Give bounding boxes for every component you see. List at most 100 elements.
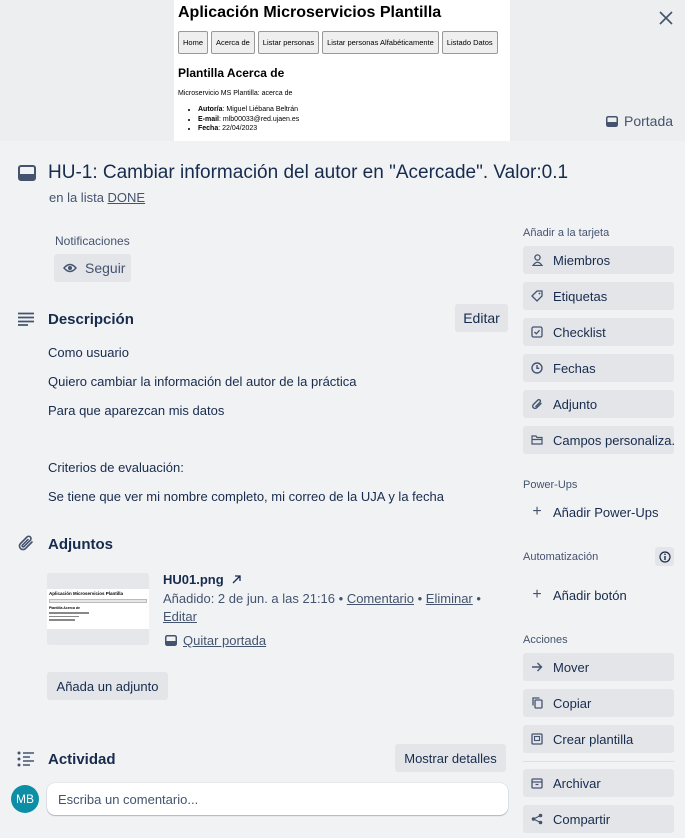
info-icon <box>658 550 671 563</box>
thumbnail-line <box>49 619 75 621</box>
description-title: Descripción <box>48 311 134 328</box>
copy-icon <box>531 697 543 709</box>
move-button[interactable]: Mover <box>523 653 674 681</box>
dates-label: Fechas <box>553 360 596 376</box>
archive-label: Archivar <box>553 775 601 791</box>
attachments-title: Adjuntos <box>48 536 113 553</box>
checklist-button[interactable]: Checklist <box>523 318 674 346</box>
activity-icon <box>16 749 36 769</box>
attachment-comment-link[interactable]: Comentario <box>347 591 414 606</box>
members-button[interactable]: Miembros <box>523 246 674 274</box>
plus-icon: + <box>532 503 542 520</box>
card-list-info: en la lista DONE <box>49 190 145 205</box>
automation-label: Automatización <box>523 551 599 563</box>
add-button-label: Añadir botón <box>553 587 627 603</box>
cover-nav-item: Listado Datos <box>441 31 498 54</box>
add-button-button[interactable]: + Añadir botón <box>523 581 674 609</box>
clock-icon <box>531 362 543 374</box>
follow-label: Seguir <box>85 260 126 276</box>
dates-button[interactable]: Fechas <box>523 354 674 382</box>
cover-field: Fecha: 22/04/2023 <box>198 124 506 134</box>
paperclip-icon <box>16 533 36 553</box>
card-icon <box>165 635 177 646</box>
open-external-icon <box>232 575 241 584</box>
thumbnail-title: Aplicación Microservicios Plantilla <box>49 591 124 596</box>
archive-icon <box>531 777 543 789</box>
cover-button[interactable]: Portada <box>606 111 673 131</box>
custom-fields-button[interactable]: Campos personaliza... <box>523 426 674 454</box>
show-details-button[interactable]: Mostrar detalles <box>395 744 506 772</box>
cover-subtitle: Microservicio MS Plantilla: acerca de <box>178 90 293 97</box>
add-to-card-label: Añadir a la tarjeta <box>523 227 610 239</box>
avatar[interactable]: MB <box>11 785 39 813</box>
copy-button[interactable]: Copiar <box>523 689 674 717</box>
create-template-label: Crear plantilla <box>553 731 634 747</box>
comment-input[interactable]: Escriba un comentario... <box>47 783 508 815</box>
arrow-right-icon <box>531 661 543 673</box>
move-label: Mover <box>553 659 590 675</box>
label-icon <box>531 290 543 302</box>
attachment-edit-link[interactable]: Editar <box>163 609 197 624</box>
activity-title: Actividad <box>48 751 116 768</box>
card-title[interactable]: HU-1: Cambiar información del autor en "… <box>48 162 568 184</box>
paperclip-icon <box>531 398 543 410</box>
labels-label: Etiquetas <box>553 288 608 304</box>
thumbnail-line <box>49 612 89 614</box>
remove-cover-link[interactable]: Quitar portada <box>165 633 266 648</box>
share-icon <box>531 813 543 825</box>
cover-nav-item: Listar personas <box>257 31 320 54</box>
person-icon <box>531 254 543 266</box>
automation-info-button[interactable] <box>655 547 674 566</box>
close-button[interactable] <box>654 6 678 30</box>
share-button[interactable]: Compartir <box>523 805 674 833</box>
description-line: Criterios de evaluación: <box>48 460 184 475</box>
share-label: Compartir <box>553 811 611 827</box>
cover-nav-item: Acerca de <box>211 31 255 54</box>
cover-nav-item: Listar personas Alfabéticamente <box>322 31 439 54</box>
description-line: Como usuario <box>48 345 129 360</box>
checklist-icon <box>531 326 543 338</box>
attachment-name[interactable]: HU01.png <box>163 572 241 587</box>
attachment-button[interactable]: Adjunto <box>523 390 674 418</box>
edit-description-button[interactable]: Editar <box>455 304 508 332</box>
card-icon <box>18 165 36 181</box>
cover-field: E-mail: mlb00033@red.ujaen.es <box>198 115 506 125</box>
checklist-label: Checklist <box>553 324 606 340</box>
cover-fields: Autor/a: Miguel Liébana Beltrán E-mail: … <box>178 105 506 134</box>
thumbnail-line <box>49 615 79 617</box>
attachment-thumbnail[interactable]: Aplicación Microservicios Plantilla Plan… <box>47 573 149 645</box>
custom-fields-label: Campos personaliza... <box>553 432 674 448</box>
add-powerups-label: Añadir Power-Ups <box>553 504 659 520</box>
attachment-delete-link[interactable]: Eliminar <box>426 591 473 606</box>
members-label: Miembros <box>553 252 611 268</box>
description-line: Se tiene que ver mi nombre completo, mi … <box>48 489 444 504</box>
description-icon <box>16 309 36 329</box>
eye-icon <box>63 263 77 273</box>
remove-cover-label: Quitar portada <box>183 633 267 648</box>
attachment-label: Adjunto <box>553 396 598 412</box>
thumbnail-preview: Aplicación Microservicios Plantilla Plan… <box>47 589 149 629</box>
add-attachment-button[interactable]: Añada un adjunto <box>47 672 168 700</box>
cover-field: Autor/a: Miguel Liébana Beltrán <box>198 105 506 115</box>
cover-nav: Home Acerca de Listar personas Listar pe… <box>178 31 506 54</box>
attachment-meta: Añadido: 2 de jun. a las 21:16 • Comenta… <box>163 591 481 624</box>
template-icon <box>531 733 543 745</box>
thumbnail-nav <box>49 599 147 603</box>
create-template-button[interactable]: Crear plantilla <box>523 725 674 753</box>
card-icon <box>606 115 618 127</box>
copy-label: Copiar <box>553 695 592 711</box>
list-prefix: en la lista <box>49 190 104 205</box>
close-icon <box>659 11 673 25</box>
actions-label: Acciones <box>523 634 568 646</box>
add-powerups-button[interactable]: + Añadir Power-Ups <box>523 498 674 526</box>
cover-image[interactable]: Aplicación Microservicios Plantilla Home… <box>174 0 510 141</box>
powerups-label: Power-Ups <box>523 479 578 491</box>
custom-fields-icon <box>531 434 543 446</box>
description-line: Quiero cambiar la información del autor … <box>48 374 357 389</box>
labels-button[interactable]: Etiquetas <box>523 282 674 310</box>
archive-button[interactable]: Archivar <box>523 769 674 797</box>
list-link[interactable]: DONE <box>108 190 146 205</box>
cover-app-title: Aplicación Microservicios Plantilla <box>178 4 442 21</box>
follow-button[interactable]: Seguir <box>54 254 131 282</box>
description-line: Para que aparezcan mis datos <box>48 403 225 418</box>
